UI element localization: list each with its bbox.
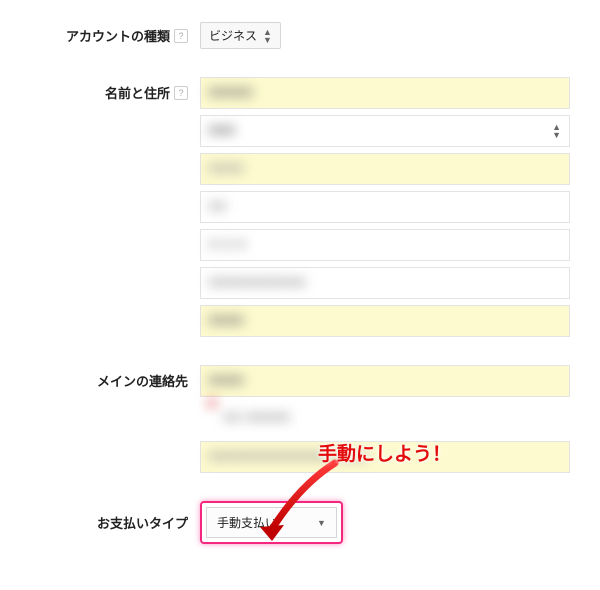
main-contact-row: メインの連絡先 ■■■■ ■■ ■■■■■ ■■■■■■■■■■■■■■■■■■	[0, 365, 600, 473]
name-field-7[interactable]: ■■■■	[200, 305, 570, 337]
contact-field-1[interactable]: ■■■■	[200, 365, 570, 397]
account-type-row: アカウントの種類 ? ビジネス ▲▼	[0, 20, 600, 49]
updown-icon: ▲▼	[263, 28, 272, 44]
account-type-label: アカウントの種類 ?	[0, 20, 200, 45]
name-field-4[interactable]: ■■	[200, 191, 570, 223]
payment-type-row: お支払いタイプ 手動支払い ▼	[0, 501, 600, 544]
name-address-label-text: 名前と住所	[105, 83, 170, 102]
annotation-text: 手動にしよう！	[318, 439, 451, 466]
help-icon[interactable]: ?	[174, 29, 188, 43]
updown-icon: ▲▼	[552, 123, 561, 139]
chevron-down-icon: ▼	[317, 518, 326, 528]
account-type-label-text: アカウントの種類	[66, 26, 170, 45]
account-type-value: ビジネス	[209, 27, 257, 44]
help-icon[interactable]: ?	[174, 86, 188, 100]
payment-type-highlight: 手動支払い ▼	[200, 501, 343, 544]
name-field-3[interactable]: ■■■■	[200, 153, 570, 185]
name-address-row: 名前と住所 ? ■■■■■ ■■■ ▲▼ ■■■■ ■■ ■-■-■ ■■■■■…	[0, 77, 600, 337]
payment-type-value: 手動支払い	[217, 514, 277, 531]
payment-type-label: お支払いタイプ	[0, 513, 200, 532]
contact-field-2: ■■ ■■■■■	[200, 403, 570, 435]
name-field-1[interactable]: ■■■■■	[200, 77, 570, 109]
account-type-select[interactable]: ビジネス ▲▼	[200, 22, 281, 49]
name-address-label: 名前と住所 ?	[0, 77, 200, 102]
main-contact-label-text: メインの連絡先	[97, 371, 188, 390]
name-address-fields: ■■■■■ ■■■ ▲▼ ■■■■ ■■ ■-■-■ ■■■■■■■■■■■ ■…	[200, 77, 600, 337]
name-field-6[interactable]: ■■■■■■■■■■■	[200, 267, 570, 299]
name-field-region[interactable]: ■■■ ▲▼	[200, 115, 570, 147]
main-contact-label: メインの連絡先	[0, 365, 200, 390]
payment-type-select[interactable]: 手動支払い ▼	[206, 507, 337, 538]
payment-type-label-text: お支払いタイプ	[97, 513, 188, 532]
name-field-5[interactable]: ■-■-■	[200, 229, 570, 261]
